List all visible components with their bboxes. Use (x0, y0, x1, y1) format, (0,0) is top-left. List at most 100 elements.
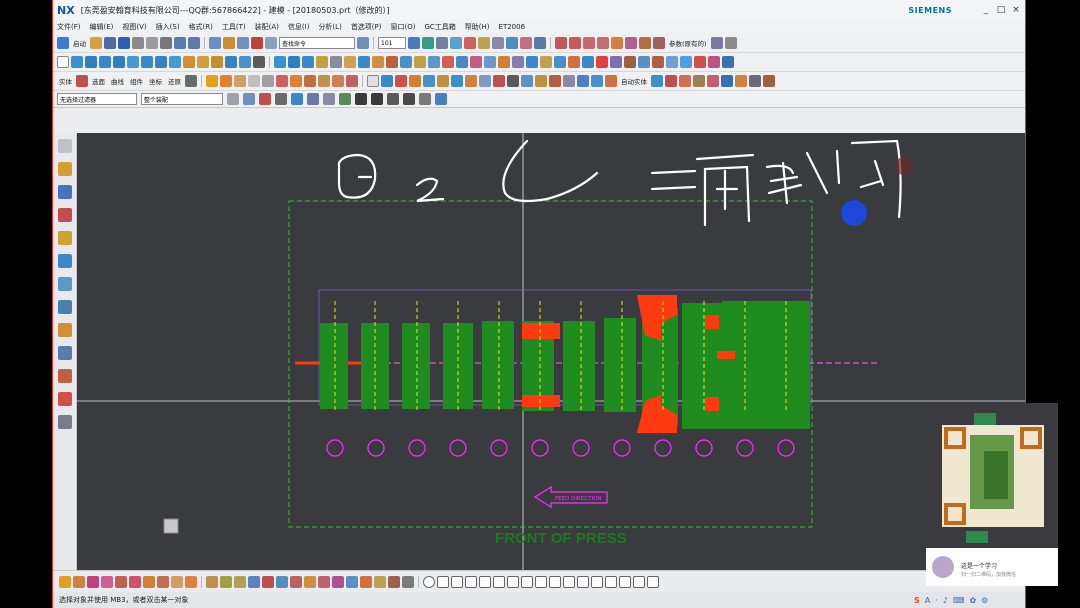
command-search-input[interactable]: 查找命令 (279, 37, 355, 49)
resize-icon[interactable] (596, 56, 608, 68)
filter-icon[interactable] (227, 93, 239, 105)
face-analysis-icon[interactable] (577, 75, 589, 87)
datum-csys-icon[interactable] (428, 56, 440, 68)
fillet-icon[interactable] (583, 37, 595, 49)
analysis-icon[interactable] (423, 75, 435, 87)
quick-icon[interactable] (360, 575, 372, 588)
history-icon[interactable] (57, 300, 72, 314)
extract-icon[interactable] (540, 56, 552, 68)
quick-icon[interactable] (115, 575, 127, 588)
window-icon[interactable] (209, 37, 221, 49)
brick3-icon[interactable] (332, 75, 344, 87)
quick-icon[interactable] (248, 575, 260, 588)
spring-icon[interactable] (679, 75, 691, 87)
wireframe-icon[interactable] (521, 75, 533, 87)
hidden-edges-icon[interactable] (563, 75, 575, 87)
quick-icon[interactable] (318, 575, 330, 588)
quick-icon[interactable] (388, 575, 400, 588)
offset-icon[interactable] (639, 37, 651, 49)
undo-icon[interactable] (174, 37, 186, 49)
menu-analysis[interactable]: 分析(L) (318, 22, 341, 32)
arc-icon[interactable] (555, 37, 567, 49)
bounded-plane-icon[interactable] (526, 56, 538, 68)
system-materials-icon[interactable] (57, 323, 72, 337)
csys-label[interactable]: 坐标 (149, 76, 162, 86)
pan-icon[interactable] (479, 75, 491, 87)
intersect-icon[interactable] (211, 56, 223, 68)
quick-icon[interactable] (87, 575, 99, 588)
replace-face-icon[interactable] (344, 56, 356, 68)
sketch-icon[interactable] (57, 56, 69, 68)
constraint-navigator-icon[interactable] (57, 185, 72, 199)
real-icon[interactable] (234, 75, 246, 87)
trim-icon[interactable] (611, 37, 623, 49)
maximize-button[interactable]: □ (995, 5, 1007, 15)
quick-icon[interactable] (73, 575, 85, 588)
transform-icon[interactable] (437, 75, 449, 87)
group-face-icon[interactable] (610, 56, 622, 68)
orange-box-icon[interactable] (409, 75, 421, 87)
hole-icon[interactable] (155, 56, 167, 68)
flange-icon[interactable] (652, 56, 664, 68)
corner-tool-icon[interactable] (535, 575, 547, 588)
menu-et2006[interactable]: ET2006 (499, 23, 526, 31)
layer-icon[interactable] (237, 37, 249, 49)
quick-icon[interactable] (332, 575, 344, 588)
quick-icon[interactable] (101, 575, 113, 588)
aspect-icon[interactable] (248, 75, 260, 87)
offset-face-icon[interactable] (302, 56, 314, 68)
rotate-icon[interactable] (493, 75, 505, 87)
filter-reset-icon[interactable] (243, 93, 255, 105)
curve-label[interactable]: 曲线 (111, 76, 124, 86)
quick-icon[interactable] (276, 575, 288, 588)
quick-icon[interactable] (171, 575, 183, 588)
solid-label[interactable]: 实体 (59, 76, 72, 86)
select-all-icon[interactable] (259, 93, 271, 105)
voice-icon[interactable]: ♪ (943, 596, 948, 605)
studio-icon[interactable] (535, 75, 547, 87)
type-filter-select[interactable]: 无选择过滤器 (57, 93, 137, 105)
zoom-icon[interactable] (465, 75, 477, 87)
component-label[interactable]: 组件 (130, 76, 143, 86)
plate-icon[interactable] (693, 75, 705, 87)
quick-icon[interactable] (185, 575, 197, 588)
part-navigator-icon[interactable] (57, 208, 72, 222)
start-label[interactable]: 启动 (73, 38, 86, 48)
face-select-icon[interactable] (307, 93, 319, 105)
roles-icon[interactable] (57, 346, 72, 360)
thread-icon[interactable] (386, 56, 398, 68)
snap-icon[interactable] (506, 37, 518, 49)
tool-icon[interactable] (666, 56, 678, 68)
view-fit-icon[interactable] (451, 75, 463, 87)
slot-tool-icon[interactable] (479, 575, 491, 588)
pattern-icon[interactable] (358, 56, 370, 68)
copy-icon[interactable] (146, 37, 158, 49)
search-icon[interactable] (357, 37, 369, 49)
point-icon[interactable] (520, 37, 532, 49)
layout-icon[interactable] (722, 56, 734, 68)
punch-icon[interactable] (707, 75, 719, 87)
mirror-feature-icon[interactable] (372, 56, 384, 68)
measure-icon[interactable] (450, 37, 462, 49)
cut-icon[interactable] (132, 37, 144, 49)
menu-file[interactable]: 文件(F) (57, 22, 81, 32)
auto-solid-label[interactable]: 自动实体 (621, 76, 647, 86)
save-icon[interactable] (118, 37, 130, 49)
cross-section-icon[interactable] (624, 56, 636, 68)
menu-insert[interactable]: 插入(S) (156, 22, 180, 32)
datum-plane-icon[interactable] (400, 56, 412, 68)
mirror-tool-icon[interactable] (605, 575, 617, 588)
sew-icon[interactable] (470, 56, 482, 68)
pencil-icon[interactable] (763, 75, 775, 87)
trim-sheet-icon[interactable] (591, 75, 603, 87)
split-body-icon[interactable] (288, 56, 300, 68)
quick-icon[interactable] (374, 575, 386, 588)
synchronous-icon[interactable] (582, 56, 594, 68)
menu-format[interactable]: 格式(R) (189, 22, 213, 32)
mirror-icon[interactable] (653, 37, 665, 49)
red-box-icon[interactable] (395, 75, 407, 87)
section-icon[interactable] (549, 75, 561, 87)
sheet-metal-icon[interactable] (638, 56, 650, 68)
sphere-icon[interactable] (141, 56, 153, 68)
promote-icon[interactable] (568, 56, 580, 68)
